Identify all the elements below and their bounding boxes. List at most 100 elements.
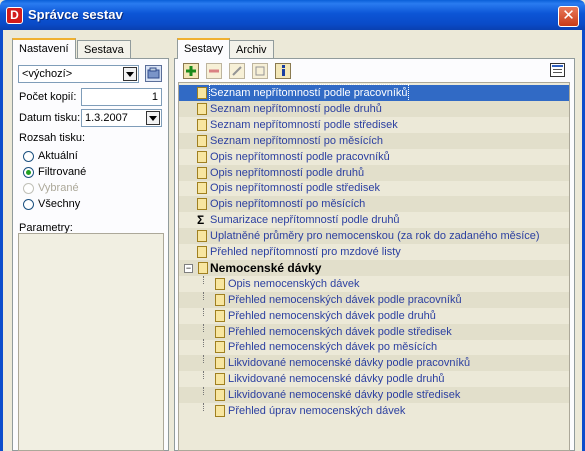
- copies-input[interactable]: 1: [81, 88, 162, 106]
- report-doc-icon: [197, 182, 207, 194]
- report-label: Opis nepřítomností podle pracovníků: [210, 151, 390, 163]
- chevron-down-icon[interactable]: [123, 67, 137, 81]
- report-label: Přehled nemocenských dávek podle středis…: [228, 326, 452, 338]
- report-doc-icon: [215, 294, 225, 306]
- report-item[interactable]: Přehled nemocenských dávek podle pracovn…: [179, 292, 569, 308]
- radio-label: Všechny: [38, 198, 81, 210]
- edit-report-icon[interactable]: [229, 63, 245, 79]
- report-label: Opis nemocenských dávek: [228, 278, 360, 290]
- report-item[interactable]: Likvidované nemocenské dávky podle praco…: [179, 355, 569, 371]
- report-label: Likvidované nemocenské dávky podle druhů: [228, 373, 445, 385]
- copies-value: 1: [151, 91, 158, 103]
- copy-report-icon[interactable]: [252, 63, 268, 79]
- preset-select[interactable]: <výchozí>: [18, 65, 139, 83]
- add-report-icon[interactable]: [183, 63, 199, 79]
- collapse-icon[interactable]: −: [184, 264, 193, 273]
- report-item[interactable]: Seznam nepřítomností podle pracovníků: [179, 84, 569, 102]
- report-item[interactable]: Likvidované nemocenské dávky podle druhů: [179, 371, 569, 387]
- report-item[interactable]: Přehled nemocenských dávek podle středis…: [179, 324, 569, 340]
- report-doc-icon: [197, 230, 207, 242]
- folder-icon: [198, 262, 208, 274]
- report-item[interactable]: Seznam nepřítomností podle středisek: [179, 117, 569, 133]
- report-item[interactable]: Přehled nepřítomností pro mzdové listy: [179, 244, 569, 260]
- tab-label: Archiv: [236, 44, 267, 56]
- chevron-down-icon[interactable]: [146, 111, 160, 125]
- copies-label: Počet kopií:: [19, 91, 77, 103]
- report-item[interactable]: Opis nepřítomností po měsících: [179, 196, 569, 212]
- tree-line: [203, 276, 204, 284]
- report-label: Přehled nemocenských dávek podle pracovn…: [228, 294, 462, 306]
- delete-report-icon[interactable]: [206, 63, 222, 79]
- report-item[interactable]: Přehled nemocenských dávek podle druhů: [179, 308, 569, 324]
- close-button[interactable]: ✕: [558, 6, 579, 27]
- report-item[interactable]: Opis nepřítomností podle druhů: [179, 165, 569, 181]
- report-doc-icon: [197, 87, 207, 99]
- report-doc-icon: [215, 341, 225, 353]
- tree-line: [203, 355, 204, 363]
- report-doc-icon: [197, 135, 207, 147]
- report-item[interactable]: Přehled nemocenských dávek po měsících: [179, 339, 569, 355]
- report-label: Seznam nepřítomností podle pracovníků: [209, 84, 409, 102]
- report-item[interactable]: Opis nepřítomností podle středisek: [179, 180, 569, 196]
- tree-line: [203, 371, 204, 379]
- app-icon: D: [6, 7, 23, 24]
- report-label: Uplatněné průměry pro nemocenskou (za ro…: [210, 230, 540, 242]
- report-doc-icon: [197, 246, 207, 258]
- report-label: Seznam nepřítomností podle druhů: [210, 103, 382, 115]
- params-area[interactable]: [18, 233, 164, 451]
- title-bar[interactable]: D Správce sestav ✕: [0, 0, 585, 30]
- sum-icon: Σ: [197, 213, 205, 227]
- report-doc-icon: [197, 103, 207, 115]
- preset-manage-icon[interactable]: [145, 65, 162, 82]
- report-item[interactable]: Σ Sumarizace nepřítomností podle druhů: [179, 212, 569, 228]
- report-item[interactable]: Seznam nepřítomností podle druhů: [179, 101, 569, 117]
- report-doc-icon: [215, 326, 225, 338]
- tab-label: Sestavy: [184, 43, 224, 55]
- radio-label: Filtrované: [38, 166, 87, 178]
- report-item[interactable]: Opis nepřítomností podle pracovníků: [179, 149, 569, 165]
- tab-sestavy[interactable]: Sestavy: [177, 38, 231, 59]
- report-item[interactable]: Seznam nepřítomností po měsících: [179, 133, 569, 149]
- report-doc-icon: [215, 357, 225, 369]
- radio-label: Vybrané: [38, 182, 79, 194]
- tree-line: [203, 308, 204, 316]
- report-doc-icon: [197, 198, 207, 210]
- report-doc-icon: [215, 405, 225, 417]
- report-label: Přehled nemocenských dávek podle druhů: [228, 310, 436, 322]
- report-label: Likvidované nemocenské dávky podle střed…: [228, 389, 461, 401]
- report-item[interactable]: Přehled úprav nemocenských dávek: [179, 403, 569, 419]
- report-label: Seznam nepřítomností po měsících: [210, 135, 384, 147]
- report-list[interactable]: Seznam nepřítomností podle pracovníků Sez…: [178, 82, 570, 451]
- info-report-icon[interactable]: [275, 63, 291, 79]
- report-item[interactable]: Uplatněné průměry pro nemocenskou (za ro…: [179, 228, 569, 244]
- layout-icon[interactable]: [550, 63, 565, 77]
- tab-nastaveni[interactable]: Nastavení: [12, 38, 76, 59]
- report-doc-icon: [215, 389, 225, 401]
- report-doc-icon: [197, 167, 207, 179]
- radio-label: Aktuální: [38, 150, 78, 162]
- date-label: Datum tisku:: [19, 112, 81, 124]
- tree-group[interactable]: − Nemocenské dávky: [179, 260, 569, 276]
- radio-button[interactable]: [23, 199, 34, 210]
- radio-button[interactable]: [23, 167, 34, 178]
- report-label: Seznam nepřítomností podle středisek: [210, 119, 398, 131]
- preset-value: <výchozí>: [22, 68, 73, 80]
- radio-button[interactable]: [23, 151, 34, 162]
- report-label: Opis nepřítomností po měsících: [210, 198, 366, 210]
- tree-line: [203, 324, 204, 332]
- report-label: Přehled úprav nemocenských dávek: [228, 405, 406, 417]
- report-label: Opis nepřítomností podle středisek: [210, 182, 380, 194]
- tree-line: [203, 387, 204, 395]
- radio-button: [23, 183, 34, 194]
- report-doc-icon: [197, 151, 207, 163]
- tree-line: [203, 403, 204, 411]
- range-label: Rozsah tisku:: [19, 132, 86, 144]
- report-label: Nemocenské dávky: [210, 261, 322, 275]
- tab-archiv[interactable]: Archiv: [229, 40, 274, 59]
- report-doc-icon: [215, 278, 225, 290]
- report-item[interactable]: Likvidované nemocenské dávky podle střed…: [179, 387, 569, 403]
- date-picker[interactable]: 1.3.2007: [81, 109, 162, 127]
- date-value: 1.3.2007: [85, 112, 128, 124]
- report-item[interactable]: Opis nemocenských dávek: [179, 276, 569, 292]
- tab-sestava[interactable]: Sestava: [77, 40, 131, 59]
